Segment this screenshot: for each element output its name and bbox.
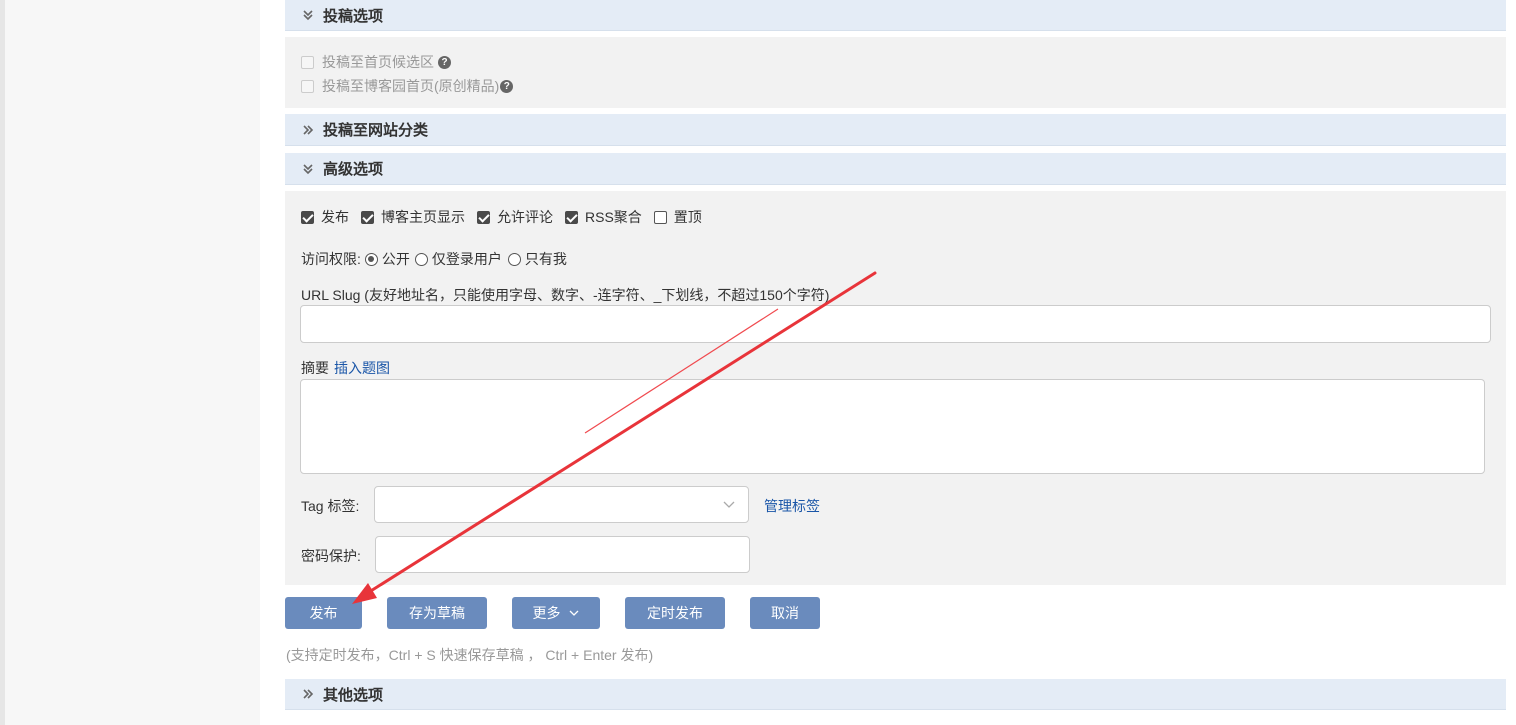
section-title: 投稿选项 <box>323 7 384 25</box>
url-slug-input[interactable] <box>300 305 1491 343</box>
section-title: 高级选项 <box>323 161 384 178</box>
radio-label: 仅登录用户 <box>431 251 502 267</box>
sidebar <box>5 0 260 725</box>
radio-label: 只有我 <box>524 251 567 267</box>
access-label: 访问权限: <box>301 251 361 267</box>
checkbox-label: 置顶 <box>673 209 702 225</box>
schedule-publish-button[interactable]: 定时发布 <box>625 597 725 629</box>
chevron-double-right-icon <box>303 124 314 135</box>
checkbox-label: 允许评论 <box>497 209 553 225</box>
cancel-button[interactable]: 取消 <box>750 597 820 629</box>
summary-textarea[interactable] <box>300 379 1485 474</box>
radio-label: 公开 <box>381 251 410 267</box>
checkbox-label: 发布 <box>321 209 349 225</box>
section-title: 其他选项 <box>323 686 384 704</box>
section-header-submit-options[interactable]: 投稿选项 <box>285 0 1506 31</box>
checkbox-label: 投稿至首页候选区 <box>322 54 434 70</box>
submit-homepage-original-checkbox[interactable] <box>301 79 314 93</box>
tag-label: Tag 标签: <box>301 498 360 514</box>
section-header-other[interactable]: 其他选项 <box>285 679 1506 710</box>
section-header-site-category[interactable]: 投稿至网站分类 <box>285 114 1506 146</box>
help-icon[interactable]: ? <box>500 79 514 93</box>
pin-top-checkbox[interactable] <box>653 210 667 224</box>
publish-checkbox[interactable] <box>301 210 314 224</box>
allow-comments-checkbox[interactable] <box>477 210 490 224</box>
chevron-down-icon <box>569 610 578 616</box>
password-label: 密码保护: <box>301 548 361 564</box>
advanced-checkbox-row: 发布 博客主页显示 允许评论 RSS聚合 置顶 <box>301 207 702 227</box>
submit-homepage-candidate-checkbox[interactable] <box>301 55 314 69</box>
section-title: 投稿至网站分类 <box>323 122 429 139</box>
checkbox-label: 投稿至博客园首页(原创精品) <box>322 78 500 94</box>
more-button[interactable]: 更多 <box>512 597 600 629</box>
chevron-double-down-icon <box>303 10 313 21</box>
post-options-panel: 投稿选项 投稿至首页候选区 ? 投稿至博客园首页(原创精品) ? 投稿至网站分类… <box>285 0 1506 725</box>
access-public-radio[interactable] <box>364 252 378 266</box>
insert-cover-image-link[interactable]: 插入题图 <box>334 358 390 378</box>
submit-homepage-candidate-option[interactable]: 投稿至首页候选区 ? <box>301 52 451 72</box>
summary-label-row: 摘要 插入题图 <box>301 358 390 378</box>
tag-select[interactable] <box>374 486 749 523</box>
password-input[interactable] <box>375 536 750 573</box>
chevron-down-icon <box>723 501 735 508</box>
show-on-blog-home-checkbox[interactable] <box>361 210 374 224</box>
more-button-label: 更多 <box>532 605 561 621</box>
section-header-advanced[interactable]: 高级选项 <box>285 153 1506 185</box>
summary-label: 摘要 <box>301 360 329 376</box>
access-permission-row: 访问权限: 公开 仅登录用户 只有我 <box>301 249 567 269</box>
access-only-me-radio[interactable] <box>507 252 521 266</box>
chevron-double-right-icon <box>303 689 314 699</box>
publish-button[interactable]: 发布 <box>285 597 362 629</box>
advanced-options-panel: 发布 博客主页显示 允许评论 RSS聚合 置顶 访问权限: 公开 仅登录用户 只… <box>285 191 1506 585</box>
shortcut-hint: (支持定时发布，Ctrl + S 快速保存草稿 ， Ctrl + Enter 发… <box>286 647 654 663</box>
submit-homepage-original-option[interactable]: 投稿至博客园首页(原创精品) ? <box>301 76 514 96</box>
access-logged-in-radio[interactable] <box>414 252 428 266</box>
chevron-double-down-icon <box>303 163 313 174</box>
submit-options-panel: 投稿至首页候选区 ? 投稿至博客园首页(原创精品) ? <box>285 37 1506 108</box>
help-icon[interactable]: ? <box>438 55 451 69</box>
manage-tags-link[interactable]: 管理标签 <box>764 496 820 516</box>
checkbox-label: RSS聚合 <box>585 209 642 225</box>
save-draft-button[interactable]: 存为草稿 <box>387 597 487 629</box>
rss-checkbox[interactable] <box>565 210 578 224</box>
checkbox-label: 博客主页显示 <box>381 209 465 225</box>
url-slug-label: URL Slug (友好地址名，只能使用字母、数字、-连字符、_下划线，不超过1… <box>301 287 830 303</box>
